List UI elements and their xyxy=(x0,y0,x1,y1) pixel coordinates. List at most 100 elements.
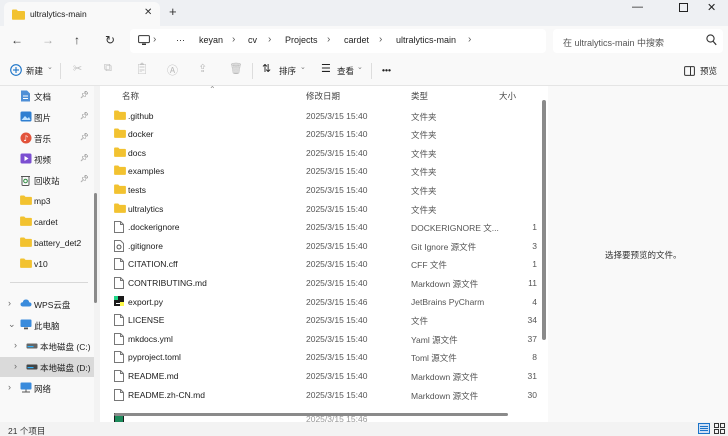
paste-icon[interactable]: 📋︎ xyxy=(135,62,149,75)
file-size: 3 xyxy=(532,240,537,251)
back-button[interactable]: ← xyxy=(11,33,23,47)
column-header-date[interactable]: 修改日期 xyxy=(306,90,340,102)
refresh-button[interactable]: ↻ xyxy=(105,33,115,47)
chevron-right-icon[interactable]: › xyxy=(14,361,17,371)
view-button[interactable]: 查看 xyxy=(337,65,354,77)
sidebar-item-documents[interactable]: 文档 📌︎ xyxy=(0,86,94,106)
table-row[interactable]: mkdocs.yml 2025/3/15 15:40 Yaml 源文件 37 xyxy=(110,329,538,348)
sidebar-item-mp3[interactable]: mp3 xyxy=(0,191,94,211)
breadcrumb-keyan[interactable]: keyan xyxy=(199,35,223,45)
file-type: 文件 xyxy=(411,316,429,327)
cut-icon[interactable]: ✂ xyxy=(73,62,82,75)
table-row[interactable]: .gitignore 2025/3/15 15:40 Git Ignore 源文件 3 xyxy=(110,236,538,255)
sidebar-item-this-pc[interactable]: ⌄ 此电脑 xyxy=(0,315,94,335)
file-type: CFF 文件 xyxy=(411,260,447,271)
chevron-right-icon[interactable]: › xyxy=(8,382,11,392)
file-name: tests xyxy=(128,184,146,195)
file-type: 文件夹 xyxy=(411,130,437,141)
sidebar-item-label: 本地磁盘 (D:) xyxy=(40,363,91,373)
sidebar-item-label: 此电脑 xyxy=(34,321,60,331)
tiles-view-icon[interactable] xyxy=(714,423,725,434)
search-placeholder: 在 ultralytics-main 中搜索 xyxy=(563,38,665,48)
drive-icon xyxy=(26,343,38,349)
breadcrumb-ultralytics-main[interactable]: ultralytics-main xyxy=(396,35,456,45)
table-row[interactable]: CITATION.cff 2025/3/15 15:40 CFF 文件 1 xyxy=(110,254,538,273)
chevron-down-icon[interactable]: ⌄ xyxy=(47,63,53,71)
more-options-button[interactable]: ••• xyxy=(382,65,391,75)
maximize-button[interactable] xyxy=(679,3,688,12)
address-bar[interactable]: › ··· keyan › cv › Projects › cardet › u… xyxy=(130,29,546,53)
rename-icon[interactable]: Ⓐ xyxy=(167,62,178,78)
sidebar-item-drive-d[interactable]: › 本地磁盘 (D:) xyxy=(0,357,94,377)
breadcrumb-ellipsis[interactable]: ··· xyxy=(176,35,185,45)
sort-button[interactable]: 排序 xyxy=(279,65,296,77)
file-date: 2025/3/15 15:40 xyxy=(306,370,368,381)
new-button[interactable]: 新建 xyxy=(26,65,43,77)
delete-icon[interactable]: 🗑︎ xyxy=(229,62,243,75)
table-row[interactable]: .github 2025/3/15 15:40 文件夹 xyxy=(110,106,538,125)
breadcrumb-projects[interactable]: Projects xyxy=(285,35,318,45)
table-row[interactable]: README.md 2025/3/15 15:40 Markdown 源文件 31 xyxy=(110,366,538,385)
table-row[interactable]: README.zh-CN.md 2025/3/15 15:40 Markdown 源… xyxy=(110,385,538,404)
chevron-right-icon[interactable]: › xyxy=(14,340,17,350)
preview-button[interactable]: 预览 xyxy=(700,65,717,77)
up-button[interactable]: ↑ xyxy=(74,33,80,47)
minimize-button[interactable]: — xyxy=(632,1,643,13)
table-row[interactable]: docker 2025/3/15 15:40 文件夹 xyxy=(110,124,538,143)
sidebar-scrollbar[interactable] xyxy=(94,88,98,408)
table-row[interactable]: docs 2025/3/15 15:40 文件夹 xyxy=(110,143,538,162)
close-window-button[interactable]: ✕ xyxy=(707,1,716,14)
sidebar-item-pictures[interactable]: 图片 📌︎ xyxy=(0,107,94,127)
file-date: 2025/3/15 15:40 xyxy=(306,110,368,121)
table-row[interactable]: export.py 2025/3/15 15:46 JetBrains PyChar… xyxy=(110,292,538,311)
chevron-down-icon[interactable]: ⌄ xyxy=(300,63,306,71)
tab-close-icon[interactable]: ✕ xyxy=(144,7,152,18)
chevron-right-icon[interactable]: › xyxy=(8,298,11,308)
sidebar-item-videos[interactable]: 视频 📌︎ xyxy=(0,149,94,169)
file-type: Markdown 源文件 xyxy=(411,371,479,382)
sidebar-item-wps-cloud[interactable]: › WPS云盘 xyxy=(0,294,94,314)
pin-icon: 📌︎ xyxy=(80,155,89,162)
copy-icon[interactable]: ⧉ xyxy=(104,62,112,75)
sidebar-item-v10[interactable]: v10 xyxy=(0,254,94,274)
file-name: examples xyxy=(128,166,165,177)
sidebar-item-battery-det2[interactable]: battery_det2 xyxy=(0,233,94,253)
vertical-scrollbar[interactable] xyxy=(542,100,546,340)
table-row[interactable]: ultralytics 2025/3/15 15:40 文件夹 xyxy=(110,199,538,218)
tab-ultralytics-main[interactable]: ultralytics-main ✕ xyxy=(4,2,160,26)
pycharm-icon xyxy=(114,295,124,308)
search-input[interactable]: 在 ultralytics-main 中搜索 xyxy=(553,29,723,53)
column-header-size[interactable]: 大小 xyxy=(499,90,516,102)
chevron-down-icon[interactable]: ⌄ xyxy=(357,63,363,71)
sidebar-item-recycle-bin[interactable]: 回收站 📌︎ xyxy=(0,170,94,190)
file-date: 2025/3/15 15:40 xyxy=(306,203,368,214)
share-icon[interactable]: ⇪ xyxy=(198,62,207,75)
column-header-type[interactable]: 类型 xyxy=(411,90,428,102)
chevron-down-icon[interactable]: ⌄ xyxy=(8,319,16,330)
file-date: 2025/3/15 15:40 xyxy=(306,315,368,326)
breadcrumb-cardet[interactable]: cardet xyxy=(344,35,369,45)
file-date: 2025/3/15 15:40 xyxy=(306,277,368,288)
scrollbar-thumb[interactable] xyxy=(94,193,97,303)
sidebar-item-network[interactable]: › 网络 xyxy=(0,378,94,398)
breadcrumb-cv[interactable]: cv xyxy=(248,35,257,45)
table-row[interactable]: tests 2025/3/15 15:40 文件夹 xyxy=(110,180,538,199)
sidebar-item-cardet[interactable]: cardet xyxy=(0,212,94,232)
file-name: README.md xyxy=(128,370,179,381)
preview-message: 选择要预览的文件。 xyxy=(605,250,682,260)
new-tab-button[interactable]: + xyxy=(169,4,177,19)
recycle-bin-icon xyxy=(21,176,30,186)
sidebar-item-drive-c[interactable]: › 本地磁盘 (C:) xyxy=(0,336,94,356)
sidebar-item-music[interactable]: ♪ 音乐 📌︎ xyxy=(0,128,94,148)
forward-button[interactable]: → xyxy=(42,33,54,47)
table-row[interactable]: examples 2025/3/15 15:40 文件夹 xyxy=(110,161,538,180)
table-row[interactable]: pyproject.toml 2025/3/15 15:40 Toml 源文件 8 xyxy=(110,347,538,366)
table-row[interactable]: .dockerignore 2025/3/15 15:40 DOCKERIGNORE… xyxy=(110,217,538,236)
table-row[interactable]: LICENSE 2025/3/15 15:40 文件 34 xyxy=(110,310,538,329)
column-header-name[interactable]: 名称 xyxy=(122,90,139,102)
horizontal-scrollbar[interactable] xyxy=(114,413,508,416)
details-view-icon[interactable] xyxy=(698,423,710,434)
table-row[interactable]: CONTRIBUTING.md 2025/3/15 15:40 Markdown 源… xyxy=(110,273,538,292)
folder-icon xyxy=(20,258,32,268)
file-icon xyxy=(114,351,124,365)
